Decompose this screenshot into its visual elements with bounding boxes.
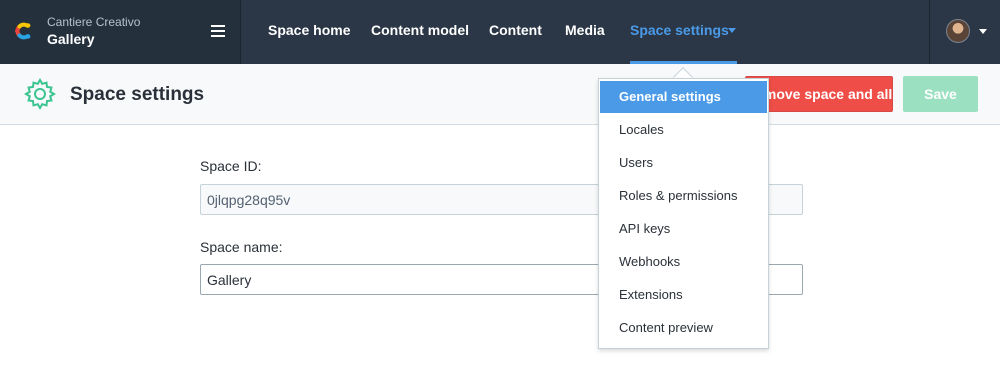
page-title: Space settings xyxy=(70,84,205,105)
menu-item-webhooks[interactable]: Webhooks xyxy=(600,246,767,278)
space-name: Gallery xyxy=(47,31,95,47)
menu-item-extensions[interactable]: Extensions xyxy=(600,279,767,311)
top-navigation-bar: Cantiere Creativo Gallery Space home Con… xyxy=(0,0,1000,64)
space-name-label: Space name: xyxy=(200,239,283,255)
space-switcher[interactable]: Cantiere Creativo Gallery xyxy=(0,0,241,64)
chevron-down-icon xyxy=(979,29,987,34)
menu-item-users[interactable]: Users xyxy=(600,147,767,179)
menu-item-api-keys[interactable]: API keys xyxy=(600,213,767,245)
menu-item-content-preview[interactable]: Content preview xyxy=(600,312,767,344)
space-id-label: Space ID: xyxy=(200,158,262,174)
space-settings-dropdown: General settings Locales Users Roles & p… xyxy=(598,78,769,349)
nav-media[interactable]: Media xyxy=(565,22,605,38)
nav-content[interactable]: Content xyxy=(489,22,542,38)
menu-item-roles-permissions[interactable]: Roles & permissions xyxy=(600,180,767,212)
gear-icon xyxy=(24,78,56,110)
avatar[interactable] xyxy=(946,19,970,43)
nav-content-model[interactable]: Content model xyxy=(371,22,469,38)
page-header: Space settings Remove space and all its … xyxy=(0,64,1000,125)
nav-space-settings[interactable]: Space settings xyxy=(630,22,729,38)
chevron-down-icon xyxy=(728,28,736,33)
user-menu[interactable] xyxy=(929,0,1000,64)
contentful-logo-icon xyxy=(15,22,31,40)
nav-space-home[interactable]: Space home xyxy=(268,22,350,38)
organization-name: Cantiere Creativo xyxy=(47,15,141,29)
hamburger-menu-icon[interactable] xyxy=(211,25,225,37)
menu-item-general-settings[interactable]: General settings xyxy=(600,81,767,113)
menu-item-locales[interactable]: Locales xyxy=(600,114,767,146)
save-button[interactable]: Save xyxy=(903,76,978,112)
